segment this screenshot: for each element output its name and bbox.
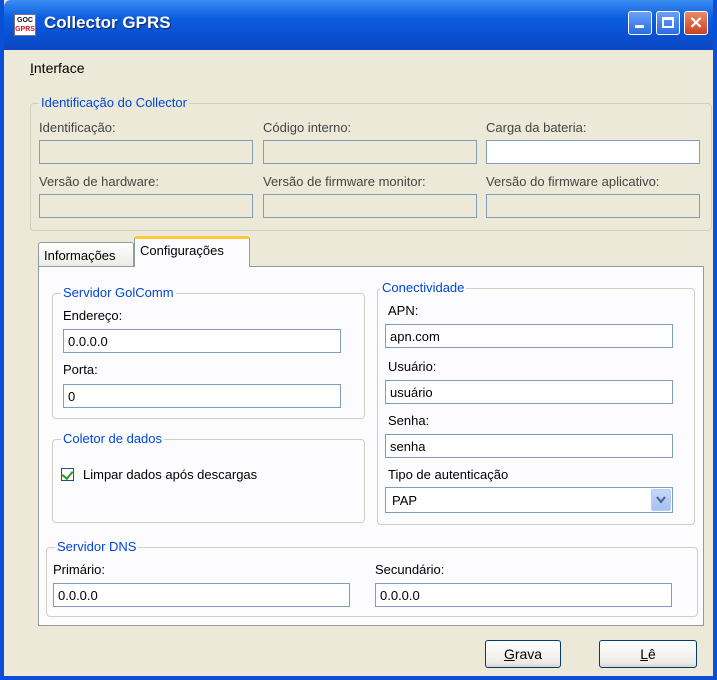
senha-label: Senha: [388, 413, 430, 428]
main-window: GOC GPRS Collector GPRS × Interface Iden… [0, 0, 717, 680]
limpar-dados-label[interactable]: Limpar dados após descargas [83, 467, 257, 482]
versao-firmware-monitor-label: Versão de firmware monitor: [263, 174, 426, 189]
carga-bateria-label: Carga da bateria: [486, 120, 587, 135]
tipo-autenticacao-label: Tipo de autenticação [388, 467, 509, 482]
carga-bateria-field[interactable] [486, 140, 700, 164]
group-legend: Servidor DNS [55, 539, 139, 554]
coletor-dados-group: Coletor de dados Limpar dados após desca… [52, 431, 365, 523]
menu-interface[interactable]: Interface [30, 60, 84, 76]
servidor-dns-group: Servidor DNS Primário: Secundário: [46, 539, 698, 617]
group-legend: Conectividade [380, 280, 467, 295]
collector-identification-group: Identificação do Collector Identificação… [30, 95, 712, 231]
minimize-button[interactable] [628, 11, 652, 35]
porta-input[interactable] [63, 384, 341, 408]
le-button[interactable]: Lê [599, 640, 697, 668]
group-legend: Identificação do Collector [39, 95, 189, 110]
tab-informacoes[interactable]: Informações [38, 242, 134, 266]
group-legend: Coletor de dados [61, 431, 165, 446]
close-button[interactable]: × [684, 11, 708, 35]
versao-firmware-aplicativo-field[interactable] [486, 194, 700, 218]
identificacao-field[interactable] [39, 140, 253, 164]
endereco-input[interactable] [63, 329, 341, 353]
grava-button[interactable]: Grava [485, 640, 561, 668]
maximize-button[interactable] [656, 11, 680, 35]
window-title: Collector GPRS [44, 13, 171, 32]
menu-bar: Interface [4, 50, 713, 84]
secundario-label: Secundário: [375, 562, 445, 577]
senha-input[interactable] [385, 434, 673, 458]
tab-page-configuracoes: Servidor GolComm Endereço: Porta: Coleto… [38, 266, 704, 626]
tipo-autenticacao-value: PAP [392, 493, 418, 508]
usuario-label: Usuário: [388, 359, 437, 374]
versao-hardware-label: Versão de hardware: [39, 174, 159, 189]
minimize-icon [635, 25, 644, 28]
apn-label: APN: [388, 303, 419, 318]
versao-hardware-field[interactable] [39, 194, 253, 218]
apn-input[interactable] [385, 324, 673, 348]
primario-input[interactable] [53, 583, 350, 607]
codigo-interno-label: Código interno: [263, 120, 352, 135]
porta-label: Porta: [63, 362, 98, 377]
conectividade-group: Conectividade APN: Usuário: Senha: Tipo … [377, 280, 695, 525]
check-mark-icon [61, 467, 74, 481]
versao-firmware-aplicativo-label: Versão do firmware aplicativo: [486, 174, 660, 189]
servidor-golcomm-group: Servidor GolComm Endereço: Porta: [52, 285, 365, 419]
usuario-input[interactable] [385, 380, 673, 404]
app-icon: GOC GPRS [14, 14, 36, 36]
secundario-input[interactable] [375, 583, 672, 607]
limpar-dados-checkbox[interactable] [61, 467, 74, 481]
codigo-interno-field[interactable] [263, 140, 477, 164]
identificacao-label: Identificação: [39, 120, 116, 135]
title-bar[interactable]: GOC GPRS Collector GPRS × [4, 0, 713, 50]
group-legend: Servidor GolComm [61, 285, 176, 300]
chevron-down-icon[interactable] [651, 489, 671, 511]
maximize-icon [662, 17, 674, 28]
close-icon: × [688, 12, 704, 33]
primario-label: Primário: [53, 562, 106, 577]
versao-firmware-monitor-field[interactable] [263, 194, 477, 218]
tipo-autenticacao-select[interactable]: PAP [385, 487, 673, 513]
endereco-label: Endereço: [63, 308, 123, 323]
tab-configuracoes[interactable]: Configurações [134, 236, 250, 267]
